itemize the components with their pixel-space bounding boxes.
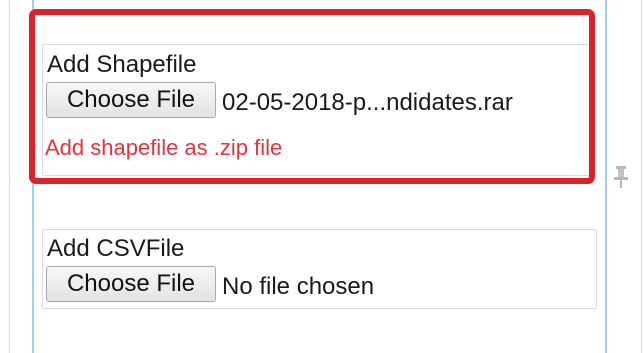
shapefile-file-name: 02-05-2018-p...ndidates.rar — [222, 89, 513, 116]
upload-page: Add Shapefile Choose File 02-05-2018-p..… — [0, 0, 644, 353]
csvfile-choose-file-button[interactable]: Choose File — [46, 266, 216, 302]
shapefile-choose-file-button[interactable]: Choose File — [46, 82, 216, 118]
csvfile-file-name: No file chosen — [222, 273, 375, 300]
pin-icon[interactable] — [613, 166, 629, 188]
csvfile-label: Add CSVFile — [47, 235, 185, 262]
left-divider — [9, 0, 10, 353]
right-divider — [641, 0, 642, 353]
shapefile-label: Add Shapefile — [47, 51, 197, 78]
shapefile-hint: Add shapefile as .zip file — [45, 135, 283, 160]
